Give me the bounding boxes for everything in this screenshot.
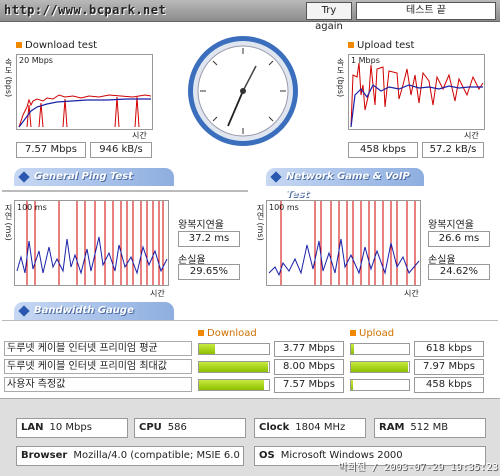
test-timestamp: 박희진 / 2003-07-29 19:35:23 (337, 462, 498, 473)
upload-title: Upload test (348, 40, 414, 51)
clock-value: 1804 MHz (295, 422, 346, 433)
ping-rtt-label: 왕복지연율 (178, 220, 224, 231)
ping-scale: 100 ms (17, 203, 47, 212)
cpu-value: 586 (167, 422, 187, 433)
download-plot (18, 94, 152, 128)
site-url: http://www.bcpark.net (4, 3, 167, 17)
ping-loss-value: 29.65% (178, 264, 240, 280)
game-rtt-value: 26.6 ms (428, 231, 490, 247)
test-status-field: 테스트 끝 (356, 2, 496, 20)
game-plot (268, 201, 420, 285)
gauge-upload-value: 7.97 Mbps (414, 359, 484, 375)
gauge-upload-bar (350, 379, 410, 391)
os-label: OS (259, 450, 275, 461)
tab-general-ping[interactable]: General Ping Test (14, 168, 174, 186)
ping-y-label: 지연 (ms) (4, 204, 13, 241)
gauge-row-label: 사용자 측정값 (4, 377, 192, 392)
gauge-upload-value: 618 kbps (414, 341, 484, 357)
gauge-upload-bar (350, 343, 410, 355)
gauge-row-label: 두루넷 케이블 인터넷 프리미엄 최대값 (4, 359, 192, 374)
lan-info: LAN 10 Mbps (16, 418, 128, 438)
gauge-download-title: Download (198, 328, 257, 339)
ping-rtt-value: 37.2 ms (178, 231, 240, 247)
speedometer-gauge (186, 34, 300, 148)
game-y-label: 지연 (ms) (256, 204, 265, 241)
upload-x-label: 시간 (464, 131, 479, 140)
gauge-download-value: 7.57 Mbps (274, 377, 344, 393)
upload-speed-bps: 458 kbps (348, 142, 418, 158)
game-loss-value: 24.62% (428, 264, 490, 280)
upload-graph (348, 54, 485, 130)
divider (2, 320, 498, 321)
game-scale: 100 ms (269, 203, 299, 212)
download-x-label: 시간 (132, 131, 147, 140)
download-speed-bps: 7.57 Mbps (16, 142, 86, 158)
browser-label: Browser (21, 450, 68, 461)
cpu-label: CPU (139, 422, 162, 433)
tab-network-game[interactable]: Network Game & VoIP Test (266, 168, 424, 200)
lan-label: LAN (21, 422, 44, 433)
game-graph (266, 200, 421, 286)
clock-label: Clock (259, 422, 290, 433)
gauge-row-label: 두루넷 케이블 인터넷 프리미엄 평균 (4, 341, 192, 356)
upload-scale: 1 Mbps (351, 56, 380, 65)
gauge-download-bar (198, 343, 270, 355)
download-y-label: 속도 (bps) (4, 58, 13, 98)
download-scale: 20 Mbps (19, 56, 53, 65)
upload-plot (350, 62, 484, 128)
game-x-label: 시간 (404, 289, 419, 298)
gauge-upload-fill (351, 380, 354, 390)
ram-value: 512 MB (410, 422, 449, 433)
try-again-button[interactable]: Try again (306, 2, 352, 32)
ram-label: RAM (379, 422, 405, 433)
gauge-download-fill (199, 362, 268, 372)
gauge-upload-title: Upload (350, 328, 394, 339)
download-speed-bytes: 946 kB/s (90, 142, 152, 158)
ping-plot (16, 201, 168, 285)
gauge-download-value: 8.00 Mbps (274, 359, 344, 375)
ram-info: RAM 512 MB (374, 418, 486, 438)
gauge-upload-value: 458 kbps (414, 377, 484, 393)
browser-info: Browser Mozilla/4.0 (compatible; MSIE 6.0 (16, 446, 244, 466)
divider (2, 190, 248, 192)
ping-graph (14, 200, 169, 286)
download-graph (16, 54, 153, 130)
gauge-download-fill (199, 344, 216, 354)
lan-value: 10 Mbps (49, 422, 92, 433)
gauge-upload-bar (350, 361, 410, 373)
tab-bandwidth-gauge[interactable]: Bandwidth Gauge (14, 302, 174, 320)
game-rtt-label: 왕복지연율 (428, 220, 474, 231)
gauge-download-bar (198, 361, 270, 373)
clock-info: Clock 1804 MHz (254, 418, 366, 438)
cpu-info: CPU 586 (134, 418, 246, 438)
download-title: Download test (16, 40, 97, 51)
gauge-download-fill (199, 380, 265, 390)
gauge-upload-fill (351, 344, 354, 354)
gauge-upload-fill (351, 362, 408, 372)
upload-y-label: 속도 (bps) (336, 58, 345, 98)
gauge-download-value: 3.77 Mbps (274, 341, 344, 357)
browser-value: Mozilla/4.0 (compatible; MSIE 6.0 (73, 450, 240, 461)
upload-speed-bytes: 57.2 kB/s (422, 142, 484, 158)
ping-x-label: 시간 (150, 289, 165, 298)
gauge-download-bar (198, 379, 270, 391)
